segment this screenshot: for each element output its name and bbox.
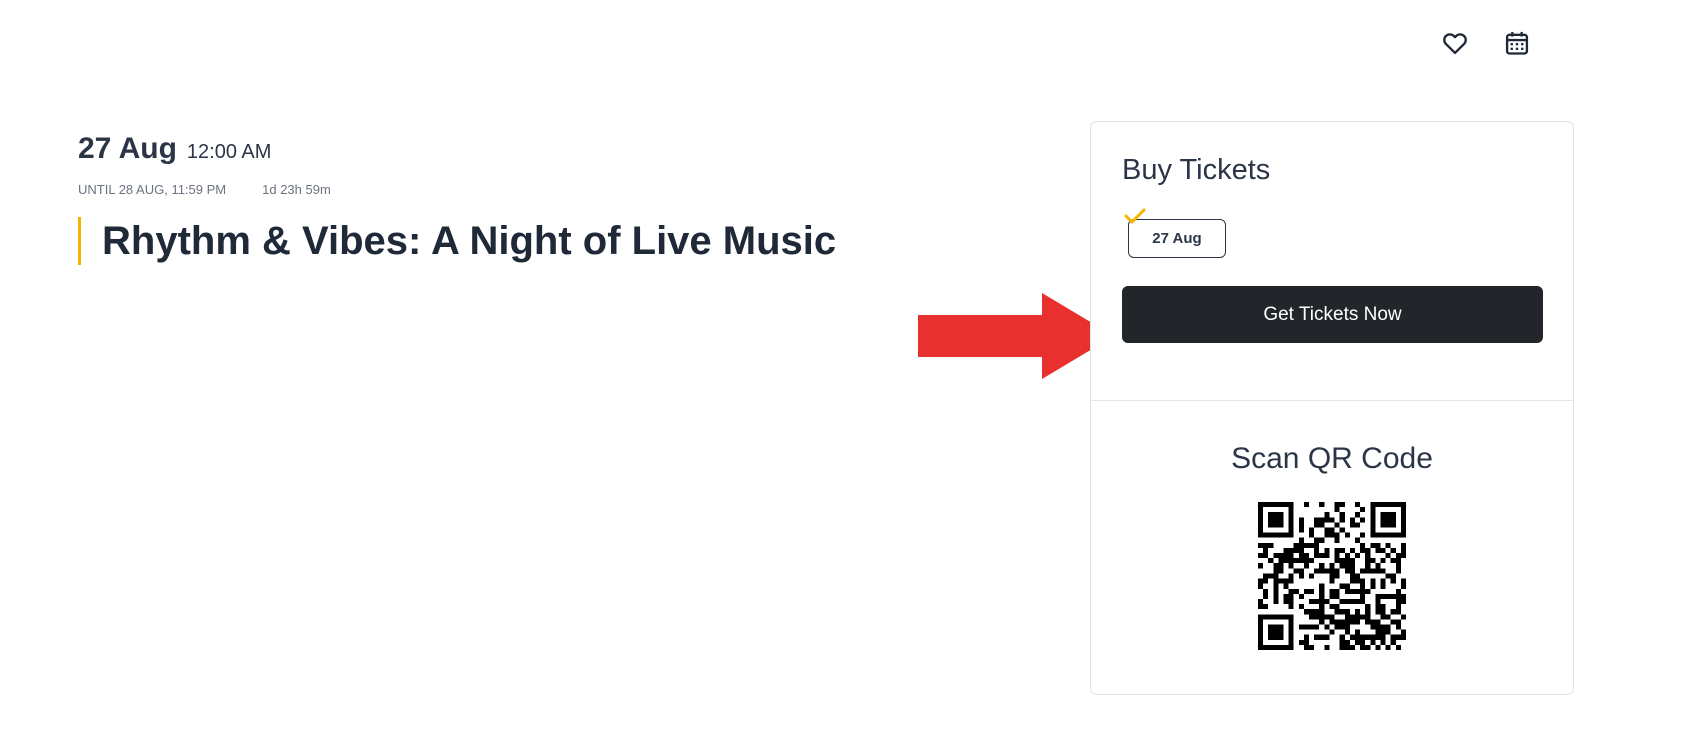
qr-section: Scan QR Code (1091, 401, 1573, 650)
qr-heading: Scan QR Code (1231, 442, 1433, 475)
date-option: 27 Aug (1124, 208, 1228, 259)
event-info: 27 Aug 12:00 AM UNTIL 28 AUG, 11:59 PM 1… (78, 132, 836, 265)
event-title: Rhythm & Vibes: A Night of Live Music (102, 218, 837, 263)
event-datetime: 27 Aug 12:00 AM (78, 132, 836, 166)
event-meta: UNTIL 28 AUG, 11:59 PM 1d 23h 59m (78, 182, 836, 197)
favorite-button[interactable] (1440, 28, 1470, 58)
top-actions (1440, 28, 1532, 58)
checkmark-icon (1124, 208, 1146, 224)
heart-icon (1443, 33, 1467, 55)
add-to-calendar-button[interactable] (1502, 28, 1532, 58)
event-date: 27 Aug (78, 132, 177, 165)
event-end-date: UNTIL 28 AUG, 11:59 PM (78, 182, 227, 197)
event-title-block: Rhythm & Vibes: A Night of Live Music (78, 217, 836, 265)
red-arrow-annotation (918, 293, 1114, 379)
event-page: 27 Aug 12:00 AM UNTIL 28 AUG, 11:59 PM 1… (0, 0, 1688, 731)
ticket-card: Buy Tickets 27 Aug Get Tickets Now Scan … (1090, 121, 1574, 695)
buy-tickets-section: Buy Tickets 27 Aug Get Tickets Now (1091, 122, 1573, 401)
calendar-icon (1505, 31, 1529, 55)
qr-code (1258, 502, 1406, 650)
event-time: 12:00 AM (186, 141, 272, 163)
buy-tickets-heading: Buy Tickets (1122, 154, 1271, 186)
event-countdown: 1d 23h 59m (262, 182, 331, 197)
get-tickets-button[interactable]: Get Tickets Now (1122, 286, 1543, 343)
